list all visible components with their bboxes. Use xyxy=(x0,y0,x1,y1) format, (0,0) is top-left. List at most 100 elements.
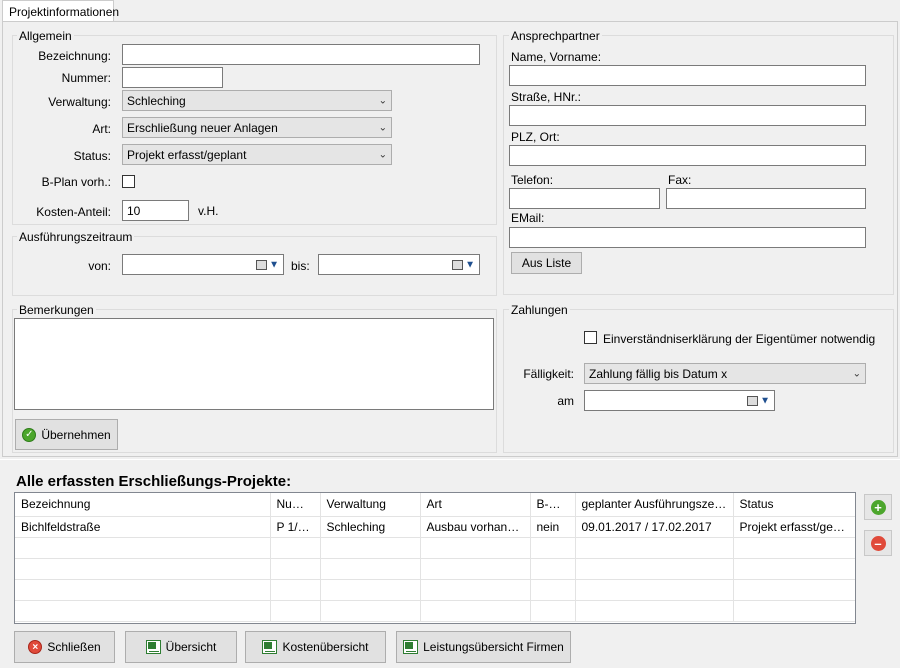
empty-cell xyxy=(733,558,855,580)
empty-cell xyxy=(420,579,531,601)
bemerkungen-textarea[interactable] xyxy=(14,318,494,410)
empty-cell xyxy=(420,600,531,622)
email-label: EMail: xyxy=(511,211,545,225)
dropdown-arrow-icon: ▼ xyxy=(269,259,279,270)
bezeichnung-input[interactable] xyxy=(122,44,480,65)
table-row[interactable]: Bichlfeldstraße P 1/2... Schleching Ausbau … xyxy=(15,516,855,538)
empty-cell xyxy=(733,600,855,622)
strasse-label: Straße, HNr.: xyxy=(511,90,582,104)
email-input[interactable] xyxy=(509,227,866,248)
art-label: Art: xyxy=(92,122,111,136)
empty-table-row xyxy=(15,558,855,580)
empty-cell xyxy=(320,537,421,559)
empty-cell xyxy=(530,537,576,559)
telefon-input[interactable] xyxy=(509,188,660,209)
column-header[interactable]: geplanter Ausführungszeitraum xyxy=(575,493,734,517)
table-cell: Ausbau vorhande... xyxy=(420,516,531,538)
leistungsuebersicht-label: Leistungsübersicht Firmen xyxy=(423,640,564,654)
einverstaendnis-label[interactable]: Einverständniserklärung der Eigentümer n… xyxy=(603,332,875,346)
uebersicht-button[interactable]: Übersicht xyxy=(125,631,237,663)
plz-input[interactable] xyxy=(509,145,866,166)
empty-cell xyxy=(733,579,855,601)
chevron-down-icon: ⌄ xyxy=(378,95,387,106)
bezeichnung-label: Bezeichnung: xyxy=(38,49,111,63)
einverstaendnis-checkbox[interactable] xyxy=(584,331,597,344)
chevron-down-icon: ⌄ xyxy=(852,368,861,379)
art-select[interactable]: Erschließung neuer Anlagen ⌄ xyxy=(122,117,392,138)
check-circle-icon: ✓ xyxy=(22,427,37,442)
spreadsheet-icon xyxy=(403,640,419,654)
remove-project-button[interactable]: – xyxy=(864,530,892,556)
projects-table[interactable]: Bezeichnung Nummer Verwaltung Art B-Plan gepl… xyxy=(14,492,856,624)
column-header[interactable]: Art xyxy=(420,493,531,517)
divider xyxy=(0,459,900,460)
table-cell: Schleching xyxy=(320,516,421,538)
uebernehmen-label: Übernehmen xyxy=(41,427,111,442)
status-select[interactable]: Projekt erfasst/geplant ⌄ xyxy=(122,144,392,165)
ansprechpartner-title: Ansprechpartner xyxy=(509,29,602,43)
strasse-input[interactable] xyxy=(509,105,866,126)
verwaltung-value: Schleching xyxy=(127,94,186,108)
spreadsheet-icon xyxy=(262,640,278,654)
column-header[interactable]: Nummer xyxy=(270,493,321,517)
empty-cell xyxy=(575,579,734,601)
kosten-label: Kosten-Anteil: xyxy=(36,205,111,219)
uebernehmen-button[interactable]: ✓ Übernehmen xyxy=(15,419,118,450)
empty-cell xyxy=(320,579,421,601)
kostenuebersicht-button[interactable]: Kostenübersicht xyxy=(245,631,386,663)
column-header[interactable]: Verwaltung xyxy=(320,493,421,517)
minus-circle-icon: – xyxy=(870,535,886,551)
zeitraum-title: Ausführungszeitraum xyxy=(17,230,135,244)
calendar-icon xyxy=(256,259,267,270)
empty-cell xyxy=(320,558,421,580)
column-header[interactable]: Bezeichnung xyxy=(15,493,271,517)
faelligkeit-value: Zahlung fällig bis Datum x xyxy=(589,367,728,381)
empty-cell xyxy=(270,558,321,580)
add-project-button[interactable]: + xyxy=(864,494,892,520)
status-value: Projekt erfasst/geplant xyxy=(127,148,247,162)
am-date-picker[interactable]: ▼ xyxy=(584,390,775,411)
bis-label: bis: xyxy=(291,259,310,273)
chevron-down-icon: ⌄ xyxy=(378,149,387,160)
dropdown-arrow-icon: ▼ xyxy=(760,395,770,406)
von-label: von: xyxy=(88,259,111,273)
allgemein-title: Allgemein xyxy=(17,29,74,43)
empty-cell xyxy=(530,558,576,580)
plus-circle-icon: + xyxy=(870,499,886,515)
empty-cell xyxy=(420,537,531,559)
leistungsuebersicht-button[interactable]: Leistungsübersicht Firmen xyxy=(396,631,571,663)
name-input[interactable] xyxy=(509,65,866,86)
nummer-input[interactable] xyxy=(122,67,223,88)
fax-input[interactable] xyxy=(666,188,866,209)
von-date-picker[interactable]: ▼ xyxy=(122,254,284,275)
empty-cell xyxy=(15,537,271,559)
empty-cell xyxy=(733,537,855,559)
empty-cell xyxy=(530,600,576,622)
fax-label: Fax: xyxy=(668,173,692,187)
schliessen-button[interactable]: × Schließen xyxy=(14,631,115,663)
empty-table-row xyxy=(15,537,855,559)
calendar-icon xyxy=(747,395,758,406)
aus-liste-button[interactable]: Aus Liste xyxy=(511,252,582,274)
empty-table-row xyxy=(15,600,855,622)
projects-title: Alle erfassten Erschließungs-Projekte: xyxy=(16,473,292,490)
bplan-checkbox[interactable] xyxy=(122,175,135,188)
table-cell: P 1/2... xyxy=(270,516,321,538)
telefon-label: Telefon: xyxy=(511,173,554,187)
plz-label: PLZ, Ort: xyxy=(511,130,560,144)
uebersicht-label: Übersicht xyxy=(165,640,217,654)
nummer-label: Nummer: xyxy=(61,71,111,85)
spreadsheet-icon xyxy=(145,640,161,654)
column-header[interactable]: B-Plan xyxy=(530,493,576,517)
kosten-input[interactable]: 10 xyxy=(122,200,189,221)
empty-table-row xyxy=(15,579,855,601)
table-cell: 09.01.2017 / 17.02.2017 xyxy=(575,516,734,538)
bis-date-picker[interactable]: ▼ xyxy=(318,254,480,275)
table-cell: nein xyxy=(530,516,576,538)
faelligkeit-select[interactable]: Zahlung fällig bis Datum x ⌄ xyxy=(584,363,866,384)
tab-projektinformationen[interactable]: Projektinformationen xyxy=(2,0,119,22)
column-header[interactable]: Status xyxy=(733,493,855,517)
table-cell: Bichlfeldstraße xyxy=(15,516,271,538)
verwaltung-select[interactable]: Schleching ⌄ xyxy=(122,90,392,111)
kostenuebersicht-label: Kostenübersicht xyxy=(282,640,369,654)
